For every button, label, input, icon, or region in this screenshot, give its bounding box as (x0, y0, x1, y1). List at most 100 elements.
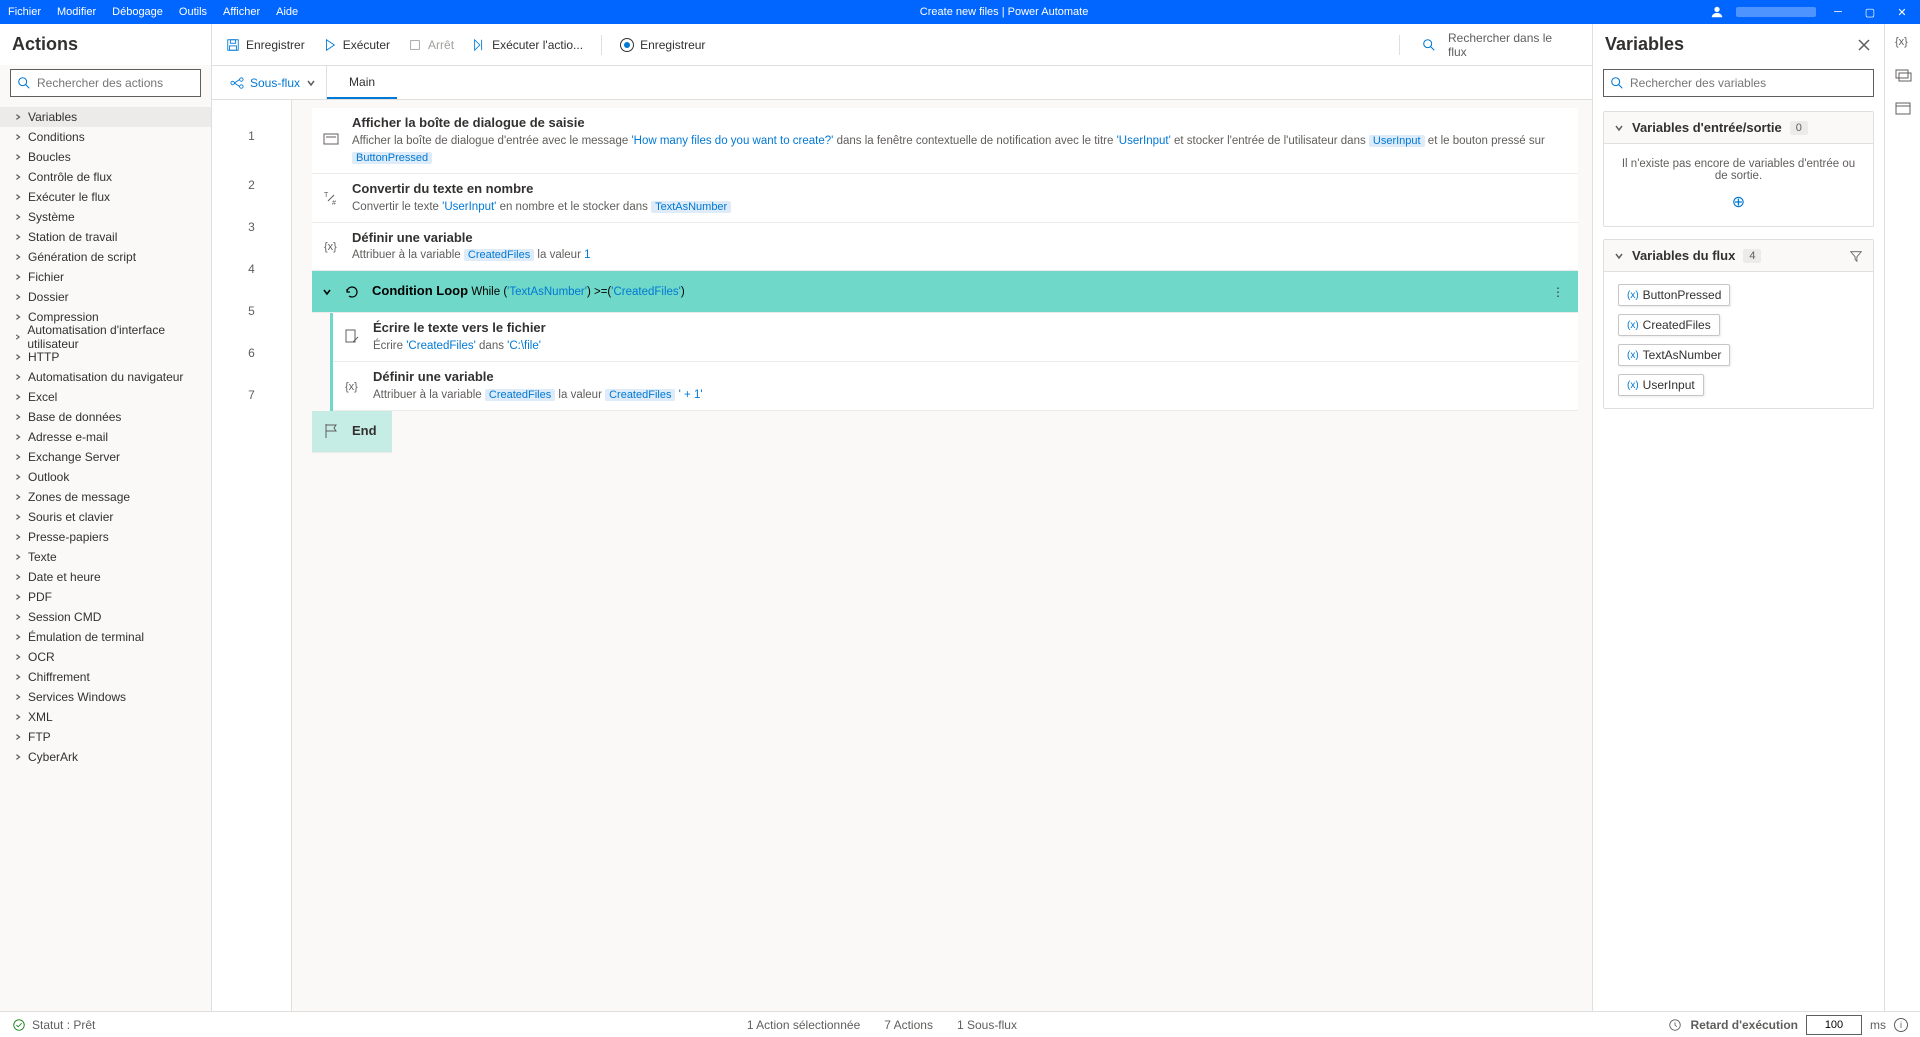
delay-input[interactable] (1806, 1015, 1862, 1035)
center-area: Enregistrer Exécuter Arrêt Exécuter l'ac… (212, 24, 1592, 1011)
action-category-label: Date et heure (28, 570, 101, 584)
step-display-input-dialog[interactable]: Afficher la boîte de dialogue de saisie … (312, 108, 1578, 174)
flow-variables-header[interactable]: Variables du flux 4 (1604, 240, 1873, 272)
more-menu[interactable]: ⋮ (1548, 285, 1568, 299)
action-category-contr-le-de-flux[interactable]: Contrôle de flux (0, 167, 211, 187)
chevron-right-icon (14, 213, 22, 221)
menu-fichier[interactable]: Fichier (8, 6, 41, 18)
step-write-text-to-file[interactable]: Écrire le texte vers le fichier Écrire '… (333, 313, 1578, 362)
action-category-souris-et-clavier[interactable]: Souris et clavier (0, 507, 211, 527)
variable-chip-userinput[interactable]: (x)UserInput (1618, 374, 1704, 396)
action-category-station-de-travail[interactable]: Station de travail (0, 227, 211, 247)
action-category-ftp[interactable]: FTP (0, 727, 211, 747)
action-category-base-de-donn-es[interactable]: Base de données (0, 407, 211, 427)
flow-search[interactable]: Rechercher dans le flux (1418, 31, 1578, 59)
recorder-button[interactable]: Enregistreur (620, 38, 705, 52)
menu-afficher[interactable]: Afficher (223, 6, 260, 18)
status-ok-icon (12, 1018, 26, 1032)
action-category-conditions[interactable]: Conditions (0, 127, 211, 147)
action-category-chiffrement[interactable]: Chiffrement (0, 667, 211, 687)
menu-aide[interactable]: Aide (276, 6, 298, 18)
close-panel-icon[interactable] (1856, 37, 1872, 53)
variable-icon: (x) (1627, 380, 1639, 391)
action-category-pdf[interactable]: PDF (0, 587, 211, 607)
menu-outils[interactable]: Outils (179, 6, 207, 18)
ui-elements-rail-icon[interactable] (1894, 100, 1912, 118)
variables-search[interactable] (1603, 69, 1874, 97)
step-set-variable[interactable]: {x} Définir une variable Attribuer à la … (312, 223, 1578, 272)
action-category-g-n-ration-de-script[interactable]: Génération de script (0, 247, 211, 267)
action-category-dossier[interactable]: Dossier (0, 287, 211, 307)
action-category-ocr[interactable]: OCR (0, 647, 211, 667)
action-category-date-et-heure[interactable]: Date et heure (0, 567, 211, 587)
maximize-button[interactable]: ▢ (1860, 6, 1880, 19)
line-gutter: 1 2 3 4 5 6 7 (212, 100, 292, 1011)
menu-modifier[interactable]: Modifier (57, 6, 96, 18)
user-icon[interactable] (1710, 5, 1724, 19)
action-category-cyberark[interactable]: CyberArk (0, 747, 211, 767)
filter-icon[interactable] (1849, 249, 1863, 263)
action-category-label: Automatisation d'interface utilisateur (27, 323, 203, 351)
action-category-xml[interactable]: XML (0, 707, 211, 727)
action-category-presse-papiers[interactable]: Presse-papiers (0, 527, 211, 547)
save-button[interactable]: Enregistrer (226, 38, 305, 52)
action-category-label: Dossier (28, 290, 69, 304)
stop-button: Arrêt (408, 38, 454, 52)
action-category-zones-de-message[interactable]: Zones de message (0, 487, 211, 507)
action-category-exchange-server[interactable]: Exchange Server (0, 447, 211, 467)
chevron-right-icon (14, 473, 22, 481)
actions-tree[interactable]: VariablesConditionsBouclesContrôle de fl… (0, 105, 211, 1011)
subflows-dropdown[interactable]: Sous-flux (220, 66, 327, 99)
play-icon (323, 38, 337, 52)
action-category-boucles[interactable]: Boucles (0, 147, 211, 167)
step-set-variable-2[interactable]: {x} Définir une variable Attribuer à la … (333, 362, 1578, 411)
tabs-bar: Sous-flux Main (212, 66, 1592, 100)
add-io-variable-button[interactable]: ⊕ (1614, 192, 1863, 212)
action-category-label: Compression (28, 310, 99, 324)
variable-chip-buttonpressed[interactable]: (x)ButtonPressed (1618, 284, 1730, 306)
collapse-icon[interactable] (322, 287, 332, 297)
variable-chip-textasnumber[interactable]: (x)TextAsNumber (1618, 344, 1730, 366)
menu-debogage[interactable]: Débogage (112, 6, 163, 18)
step-convert-text-to-number[interactable]: T# Convertir du texte en nombre Converti… (312, 174, 1578, 223)
action-category-excel[interactable]: Excel (0, 387, 211, 407)
io-count-badge: 0 (1790, 121, 1808, 135)
action-category-services-windows[interactable]: Services Windows (0, 687, 211, 707)
variable-chip-createdfiles[interactable]: (x)CreatedFiles (1618, 314, 1720, 336)
action-category-texte[interactable]: Texte (0, 547, 211, 567)
status-text: Statut : Prêt (32, 1018, 95, 1032)
chevron-down-icon (306, 78, 316, 88)
step-title: End (352, 423, 377, 438)
variable-rail-icon[interactable]: {x} (1894, 32, 1912, 50)
actions-search[interactable] (10, 69, 201, 97)
run-button[interactable]: Exécuter (323, 38, 390, 52)
step-description: While ('TextAsNumber') >=('CreatedFiles'… (471, 286, 684, 298)
action-category-syst-me[interactable]: Système (0, 207, 211, 227)
images-rail-icon[interactable] (1894, 66, 1912, 84)
minimize-button[interactable]: ─ (1828, 6, 1848, 18)
search-icon (17, 76, 31, 90)
close-button[interactable]: ✕ (1892, 6, 1912, 19)
action-category-outlook[interactable]: Outlook (0, 467, 211, 487)
action-category-session-cmd[interactable]: Session CMD (0, 607, 211, 627)
action-category-automatisation-du-navigateur[interactable]: Automatisation du navigateur (0, 367, 211, 387)
chevron-right-icon (14, 393, 22, 401)
actions-search-input[interactable] (37, 76, 194, 90)
step-condition-loop[interactable]: Condition Loop While ('TextAsNumber') >=… (312, 271, 1578, 313)
variables-search-input[interactable] (1630, 76, 1867, 90)
action-category-variables[interactable]: Variables (0, 107, 211, 127)
io-variables-header[interactable]: Variables d'entrée/sortie 0 (1604, 112, 1873, 144)
action-category-fichier[interactable]: Fichier (0, 267, 211, 287)
convert-icon: T# (322, 189, 340, 207)
chevron-right-icon (14, 753, 22, 761)
info-icon[interactable]: i (1894, 1018, 1908, 1032)
action-category--mulation-de-terminal[interactable]: Émulation de terminal (0, 627, 211, 647)
chevron-right-icon (14, 713, 22, 721)
action-category-automatisation-d-interface-utilisateur[interactable]: Automatisation d'interface utilisateur (0, 327, 211, 347)
action-category-adresse-e-mail[interactable]: Adresse e-mail (0, 427, 211, 447)
step-end[interactable]: End (312, 411, 392, 453)
action-category-label: Génération de script (28, 250, 136, 264)
tab-main[interactable]: Main (327, 66, 397, 99)
run-action-button[interactable]: Exécuter l'actio... (472, 38, 583, 52)
action-category-ex-cuter-le-flux[interactable]: Exécuter le flux (0, 187, 211, 207)
